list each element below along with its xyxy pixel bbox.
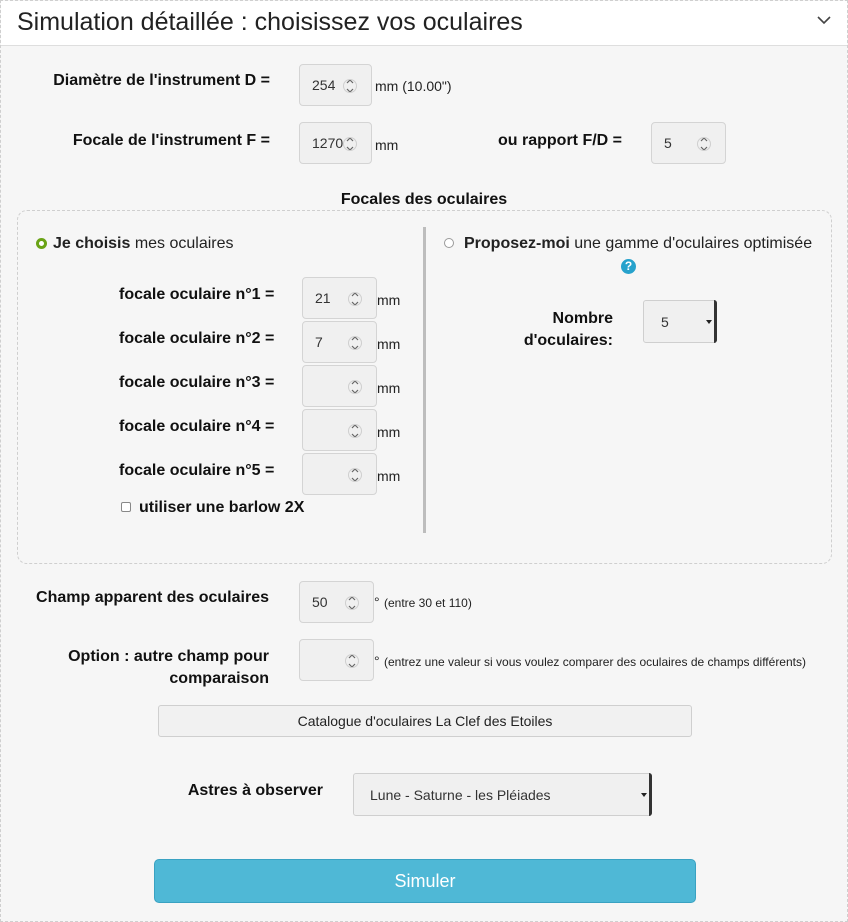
ratio-input[interactable]: 5	[651, 122, 726, 164]
option-field-input[interactable]	[299, 639, 374, 681]
eyepiece-focal-label-2: focale oculaire n°2 =	[119, 330, 275, 347]
choose-eyepieces-bold: Je choisis	[53, 235, 131, 252]
eyepiece-count-select[interactable]: 5	[643, 300, 717, 343]
eyepiece-focal-input-3[interactable]	[302, 365, 377, 407]
ratio-label: ou rapport F/D =	[498, 132, 622, 149]
apparent-field-value: 50	[312, 594, 328, 610]
eyepieces-section-title: Focales des oculaires	[340, 191, 508, 208]
eyepiece-focal-value-1: 21	[315, 290, 331, 306]
option-field-hint: (entrez une valeur si vous voulez compar…	[384, 655, 806, 669]
apparent-field-label: Champ apparent des oculaires	[36, 589, 269, 606]
diameter-input[interactable]: 254	[299, 64, 372, 106]
spinner-arrows-icon[interactable]	[697, 132, 711, 156]
option-field-label-line1: Option : autre champ pour	[68, 648, 269, 665]
diameter-unit: mm (10.00")	[375, 78, 452, 94]
chevron-down-icon[interactable]	[815, 11, 833, 29]
apparent-field-input[interactable]: 50	[299, 581, 374, 623]
eyepiece-focal-input-2[interactable]: 7	[302, 321, 377, 363]
question-icon[interactable]: ?	[621, 259, 636, 274]
spinner-arrows-icon[interactable]	[345, 649, 359, 673]
catalog-button[interactable]: Catalogue d'oculaires La Clef des Etoile…	[158, 705, 692, 737]
targets-label: Astres à observer	[187, 782, 323, 799]
eyepiece-focal-label-5: focale oculaire n°5 =	[119, 462, 275, 479]
dropdown-arrow-icon[interactable]	[641, 792, 647, 797]
spinner-arrows-icon[interactable]	[348, 331, 362, 355]
eyepiece-focal-unit-5: mm	[377, 468, 401, 484]
eyepiece-count-label-line1: Nombre	[552, 310, 613, 327]
choose-eyepieces-radio[interactable]	[36, 238, 47, 249]
eyepiece-count-label-line2: d'oculaires:	[523, 332, 613, 349]
targets-value: Lune - Saturne - les Pléiades	[370, 787, 551, 803]
focal-value: 1270	[312, 135, 344, 151]
eyepiece-focal-unit-3: mm	[377, 380, 401, 396]
option-field-label-line2: comparaison	[169, 670, 269, 687]
focal-input[interactable]: 1270	[299, 122, 372, 164]
simulate-button[interactable]: Simuler	[154, 859, 696, 903]
spinner-arrows-icon[interactable]	[343, 132, 357, 156]
spinner-arrows-icon[interactable]	[343, 74, 357, 98]
eyepiece-focal-label-4: focale oculaire n°4 =	[119, 418, 275, 435]
spinner-arrows-icon[interactable]	[348, 287, 362, 311]
focal-unit: mm	[375, 137, 399, 153]
apparent-field-unit: °	[374, 594, 380, 610]
focal-label: Focale de l'instrument F =	[72, 132, 270, 149]
eyepiece-focal-input-4[interactable]	[302, 409, 377, 451]
option-field-unit: °	[374, 653, 380, 669]
apparent-field-hint: (entre 30 et 110)	[384, 596, 472, 610]
diameter-value: 254	[312, 77, 336, 93]
propose-eyepieces-radio[interactable]	[444, 238, 454, 248]
section-divider	[423, 227, 426, 533]
eyepiece-focal-unit-1: mm	[377, 292, 401, 308]
panel-header[interactable]: Simulation détaillée : choisissez vos oc…	[1, 1, 847, 46]
propose-eyepieces-bold: Proposez-moi	[464, 235, 570, 252]
spinner-arrows-icon[interactable]	[348, 419, 362, 443]
eyepiece-focal-unit-4: mm	[377, 424, 401, 440]
barlow-checkbox[interactable]	[121, 502, 131, 512]
eyepiece-focal-label-3: focale oculaire n°3 =	[119, 374, 275, 391]
panel-title: Simulation détaillée : choisissez vos oc…	[17, 8, 523, 36]
spinner-arrows-icon[interactable]	[345, 591, 359, 615]
ratio-value: 5	[664, 135, 672, 151]
eyepiece-focal-unit-2: mm	[377, 336, 401, 352]
targets-select[interactable]: Lune - Saturne - les Pléiades	[353, 773, 652, 816]
choose-eyepieces-rest: mes oculaires	[130, 235, 234, 252]
eyepiece-focal-value-2: 7	[315, 334, 323, 350]
choose-eyepieces-label[interactable]: Je choisis mes oculaires	[53, 235, 234, 253]
eyepiece-focal-input-5[interactable]	[302, 453, 377, 495]
barlow-label[interactable]: utiliser une barlow 2X	[139, 499, 304, 517]
eyepiece-focal-input-1[interactable]: 21	[302, 277, 377, 319]
eyepiece-focal-label-1: focale oculaire n°1 =	[119, 286, 275, 303]
diameter-label: Diamètre de l'instrument D =	[53, 72, 270, 89]
spinner-arrows-icon[interactable]	[348, 375, 362, 399]
propose-eyepieces-label[interactable]: Proposez-moi une gamme d'oculaires optim…	[464, 235, 812, 253]
eyepiece-count-value: 5	[661, 314, 669, 330]
dropdown-arrow-icon[interactable]	[706, 319, 712, 324]
simulation-panel: Simulation détaillée : choisissez vos oc…	[0, 0, 848, 922]
spinner-arrows-icon[interactable]	[348, 463, 362, 487]
propose-eyepieces-rest: une gamme d'oculaires optimisée	[569, 235, 813, 252]
